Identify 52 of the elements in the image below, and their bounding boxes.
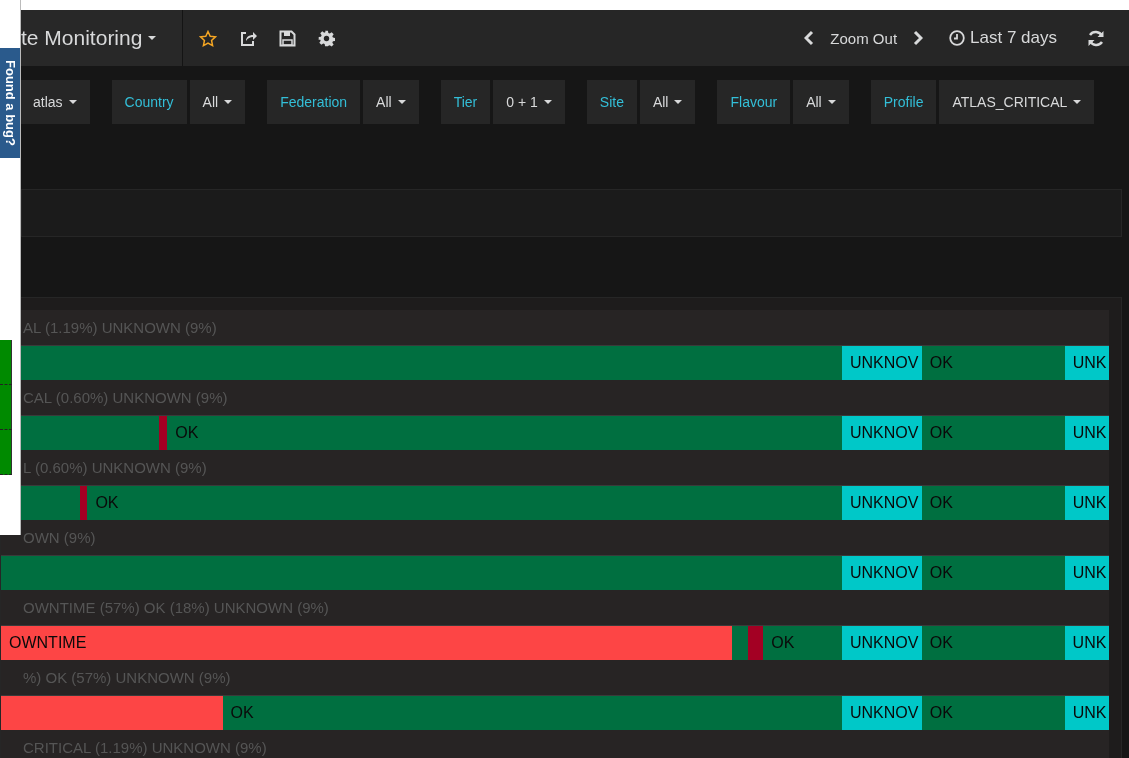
status-segment: UNK — [1064, 486, 1109, 520]
status-segment: OK — [167, 416, 842, 450]
status-segment: OK — [222, 696, 842, 730]
status-segment: OK — [921, 696, 1065, 730]
status-segment: UNK — [1064, 556, 1109, 590]
status-segment: UNK — [1064, 626, 1109, 660]
variable-label: Flavour — [717, 80, 791, 124]
chevron-left-icon[interactable] — [804, 30, 815, 46]
clock-icon — [949, 30, 966, 46]
status-segment: OK — [921, 556, 1065, 590]
status-cell — [0, 340, 12, 385]
status-cell — [0, 385, 12, 430]
settings-icon[interactable] — [318, 29, 335, 47]
status-segment: OK — [921, 486, 1065, 520]
status-segment: OK — [921, 346, 1065, 380]
status-segment — [732, 626, 748, 660]
time-range-picker[interactable]: Last 7 days — [970, 28, 1057, 48]
save-icon[interactable] — [279, 29, 296, 47]
status-segment: UNKNOV — [841, 556, 922, 590]
zoom-out-button[interactable]: Zoom Out — [826, 29, 902, 47]
status-segment: UNK — [1064, 696, 1109, 730]
variable-dropdown[interactable]: All — [189, 80, 246, 124]
variable-label: Country — [111, 80, 187, 124]
variable-label: Profile — [870, 80, 937, 124]
variable-dropdown[interactable]: ATLAS_CRITICAL — [939, 80, 1095, 124]
share-icon[interactable] — [239, 29, 257, 47]
chevron-right-icon[interactable] — [913, 30, 924, 46]
status-segment: UNKNOV — [841, 346, 922, 380]
status-segment: UNKNOV — [841, 696, 922, 730]
variable-label: Tier — [440, 80, 491, 124]
status-segment: OK — [763, 626, 842, 660]
variable-dropdown[interactable]: 0 + 1 — [493, 80, 565, 124]
variable-label: Federation — [267, 80, 361, 124]
status-segment: UNKNOV — [841, 626, 922, 660]
variable-dropdown[interactable]: All — [639, 80, 696, 124]
status-cell — [0, 430, 12, 475]
feedback-tab[interactable]: Found a bug? — [0, 48, 20, 158]
status-segment: UNK — [1064, 416, 1109, 450]
dashboard-title[interactable]: te Monitoring — [21, 10, 183, 66]
variable-label: Site — [586, 80, 637, 124]
status-segment: OWNTIME — [1, 626, 733, 660]
status-segment: OK — [87, 486, 842, 520]
refresh-icon[interactable] — [1087, 29, 1105, 47]
star-icon[interactable] — [199, 29, 217, 47]
status-segment: OK — [921, 626, 1065, 660]
status-segment: OK — [921, 416, 1065, 450]
status-segment: UNKNOV — [841, 486, 922, 520]
variable-dropdown[interactable]: All — [793, 80, 849, 124]
variable-dropdown[interactable]: atlas — [20, 80, 90, 124]
status-segment: UNKNOV — [841, 416, 922, 450]
variable-dropdown[interactable]: All — [363, 80, 419, 124]
status-segment: UNK — [1064, 346, 1109, 380]
